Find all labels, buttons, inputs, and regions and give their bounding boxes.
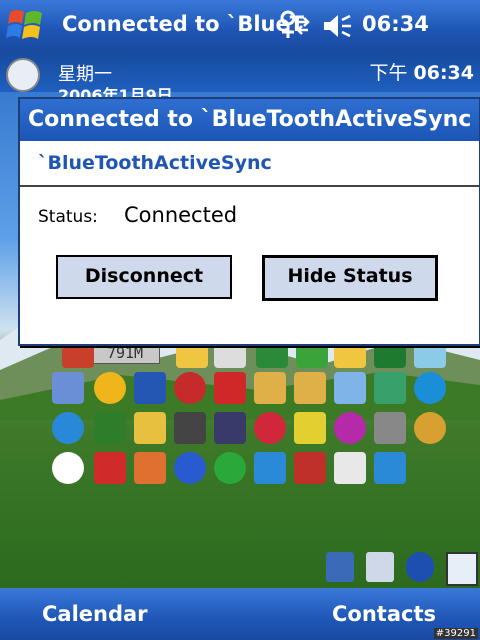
hide-status-button[interactable]: Hide Status <box>262 255 438 301</box>
date-header[interactable]: 星期一 2006年1月9日 下午 06:34 <box>0 50 480 105</box>
softkey-bar: Calendar Contacts #39291 <box>0 588 480 640</box>
spider-icon[interactable] <box>214 412 246 444</box>
stop-icon[interactable] <box>214 372 246 404</box>
up-arrow-icon[interactable] <box>254 452 286 484</box>
volume-icon[interactable] <box>322 12 352 40</box>
p-icon[interactable] <box>334 412 366 444</box>
bird-icon[interactable] <box>174 412 206 444</box>
watermark-text: #39291 <box>433 628 478 639</box>
connection-status-dialog: Connected to `BlueToothActiveSync `BlueT… <box>18 97 480 346</box>
today-time: 下午 06:34 <box>370 58 475 85</box>
calendar-clock-icon[interactable] <box>334 452 366 484</box>
network-icon[interactable] <box>326 552 354 582</box>
resize-icon[interactable] <box>446 552 478 586</box>
eye-icon[interactable] <box>134 412 166 444</box>
tree-icon[interactable] <box>94 412 126 444</box>
cube-icon[interactable] <box>374 372 406 404</box>
calendar-softkey[interactable]: Calendar <box>42 602 148 626</box>
status-label: Status: <box>38 207 98 227</box>
presentation-icon[interactable] <box>134 452 166 484</box>
disconnect-button[interactable]: Disconnect <box>56 255 232 299</box>
sun-icon[interactable] <box>94 372 126 404</box>
clock-icon <box>6 58 40 92</box>
word-icon[interactable] <box>134 372 166 404</box>
contacts-softkey[interactable]: Contacts <box>332 602 436 626</box>
soccer-ball-icon[interactable] <box>52 452 84 484</box>
clock-time[interactable]: 06:34 <box>362 12 429 36</box>
internet-explorer-icon[interactable] <box>52 412 84 444</box>
flag-icon[interactable] <box>294 452 326 484</box>
racing-icon[interactable] <box>374 412 406 444</box>
status-value: Connected <box>124 203 238 227</box>
skype-icon[interactable] <box>414 372 446 404</box>
two-icon[interactable] <box>94 452 126 484</box>
title-bar: Connected to `BlueT 06:34 <box>0 0 480 50</box>
windows-start-icon[interactable] <box>4 4 48 46</box>
users-icon[interactable] <box>254 372 286 404</box>
device-icon[interactable] <box>366 552 394 582</box>
cherry-icon[interactable] <box>174 372 206 404</box>
window-title: Connected to `BlueT <box>62 12 305 36</box>
time-prefix: 下午 <box>369 62 408 84</box>
users2-icon[interactable] <box>294 372 326 404</box>
partner-name: `BlueToothActiveSync <box>20 141 479 187</box>
speaker-icon[interactable] <box>414 412 446 444</box>
hexagon-icon[interactable] <box>294 412 326 444</box>
sync-icon[interactable] <box>214 452 246 484</box>
media-player-icon[interactable] <box>174 452 206 484</box>
today-time-value: 06:34 <box>413 62 474 84</box>
bluetooth-icon[interactable] <box>406 552 434 582</box>
connectivity-icon[interactable] <box>278 8 314 42</box>
up-arrow2-icon[interactable] <box>374 452 406 484</box>
search-icon[interactable] <box>334 372 366 404</box>
red-creature-icon[interactable] <box>254 412 286 444</box>
dialog-title: Connected to `BlueToothActiveSync <box>20 99 479 141</box>
notes-icon[interactable] <box>52 372 84 404</box>
